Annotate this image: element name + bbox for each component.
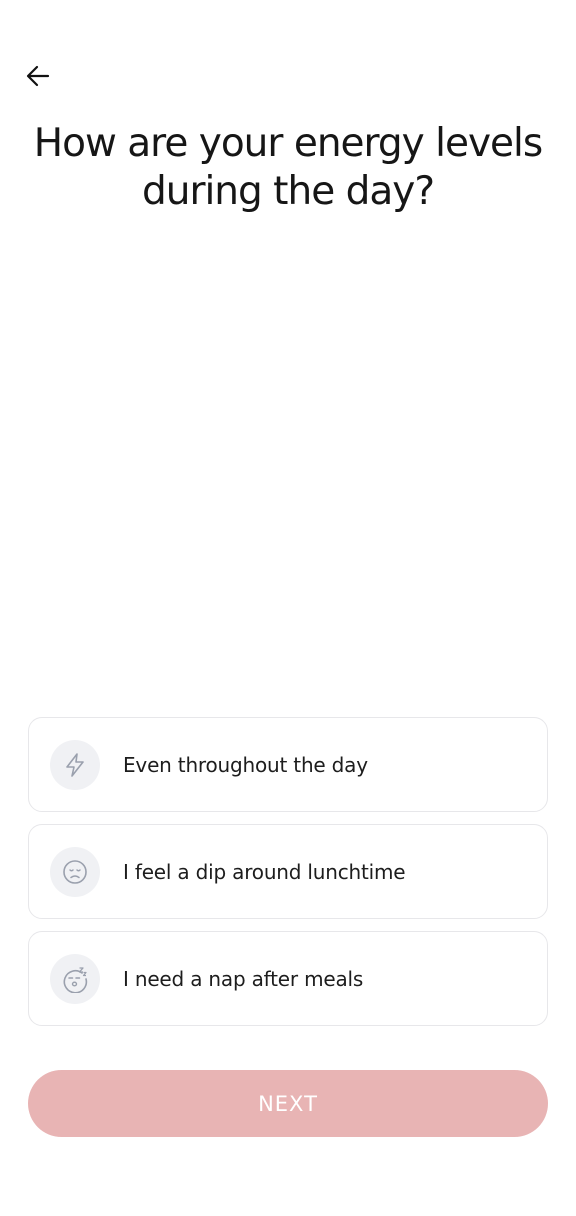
option-label: I need a nap after meals (123, 966, 364, 991)
page-title: How are your energy levels during the da… (33, 121, 543, 214)
sad-face-icon (50, 846, 100, 897)
option-label: I feel a dip around lunchtime (123, 859, 406, 884)
back-button[interactable] (18, 58, 58, 98)
option-dip-lunchtime[interactable]: I feel a dip around lunchtime (28, 824, 548, 919)
next-button[interactable]: NEXT (28, 1070, 548, 1137)
sleepy-face-icon (50, 953, 100, 1004)
arrow-left-icon (24, 62, 52, 94)
option-label: Even throughout the day (123, 752, 368, 777)
options-list: Even throughout the day I feel a dip aro… (28, 717, 548, 1038)
option-even-throughout[interactable]: Even throughout the day (28, 717, 548, 812)
option-nap-after-meals[interactable]: I need a nap after meals (28, 931, 548, 1026)
lightning-bolt-icon (50, 739, 100, 790)
